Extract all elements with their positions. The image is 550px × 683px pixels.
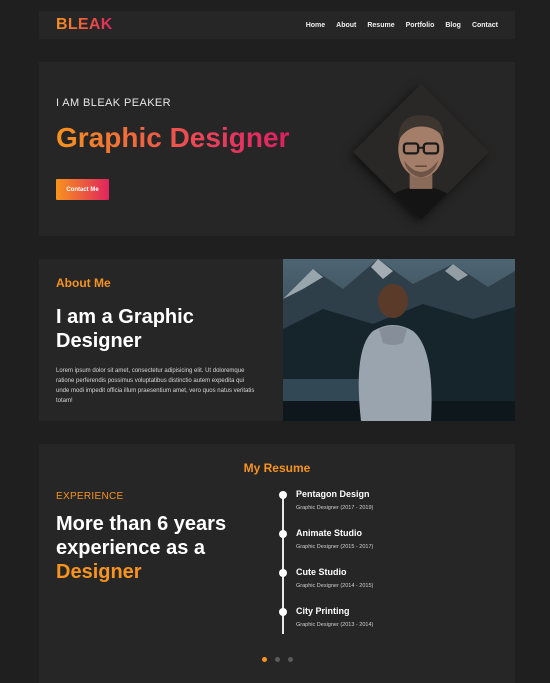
resume-title: My Resume <box>243 461 311 475</box>
nav-item-home[interactable]: Home <box>306 22 325 29</box>
timeline-dot <box>279 569 287 577</box>
nav-item-portfolio[interactable]: Portfolio <box>406 22 435 29</box>
nav-item-blog[interactable]: Blog <box>445 22 461 29</box>
contact-me-button[interactable]: Contact Me <box>56 179 109 200</box>
timeline-dot <box>279 491 287 499</box>
nav-menu: Home About Resume Portfolio Blog Contact <box>295 22 498 29</box>
about-photo <box>283 259 515 421</box>
pager-dot-3[interactable] <box>287 657 293 662</box>
timeline-company: Pentagon Design <box>296 489 370 499</box>
carousel-pager <box>39 657 515 662</box>
experience-label: EXPERIENCE <box>56 491 124 502</box>
hero-role-title: Graphic Designer <box>56 122 290 153</box>
hero-intro: I AM BLEAK PEAKER <box>56 97 172 109</box>
about-section: About Me I am a Graphic Designer Lorem i… <box>39 259 515 421</box>
about-heading: I am a Graphic Designer <box>56 306 194 352</box>
timeline-role: Graphic Designer (2014 - 2015) <box>296 583 374 589</box>
timeline-role: Graphic Designer (2015 - 2017) <box>296 544 374 550</box>
about-paragraph: Lorem ipsum dolor sit amet, consectetur … <box>56 368 255 404</box>
brand-logo[interactable]: BLEAK <box>56 16 113 34</box>
nav-item-resume[interactable]: Resume <box>367 22 394 29</box>
top-navbar: BLEAK Home About Resume Portfolio Blog C… <box>39 11 515 39</box>
timeline-company: Cute Studio <box>296 567 347 577</box>
nav-item-about[interactable]: About <box>336 22 356 29</box>
experience-heading-main: More than 6 years experience as a <box>56 513 227 559</box>
timeline-company: Animate Studio <box>296 528 363 538</box>
experience-heading: More than 6 years experience as a Design… <box>56 512 276 584</box>
timeline-role: Graphic Designer (2013 - 2014) <box>296 622 374 628</box>
timeline-dot <box>279 608 287 616</box>
timeline-role: Graphic Designer (2017 - 2019) <box>296 505 374 511</box>
profile-portrait <box>353 84 489 220</box>
pager-dot-1[interactable] <box>261 657 267 662</box>
resume-section: My Resume EXPERIENCE More than 6 years e… <box>39 444 515 683</box>
mountain-lake-photo <box>283 259 515 421</box>
nav-item-contact[interactable]: Contact <box>472 22 498 29</box>
timeline-company: City Printing <box>296 606 350 616</box>
hero-section: I AM BLEAK PEAKER Graphic Designer Conta… <box>39 62 515 236</box>
portrait-illustration <box>353 84 489 220</box>
timeline-dot <box>279 530 287 538</box>
about-label: About Me <box>56 276 111 290</box>
experience-heading-accent: Designer <box>56 561 142 583</box>
pager-dot-2[interactable] <box>274 657 280 662</box>
